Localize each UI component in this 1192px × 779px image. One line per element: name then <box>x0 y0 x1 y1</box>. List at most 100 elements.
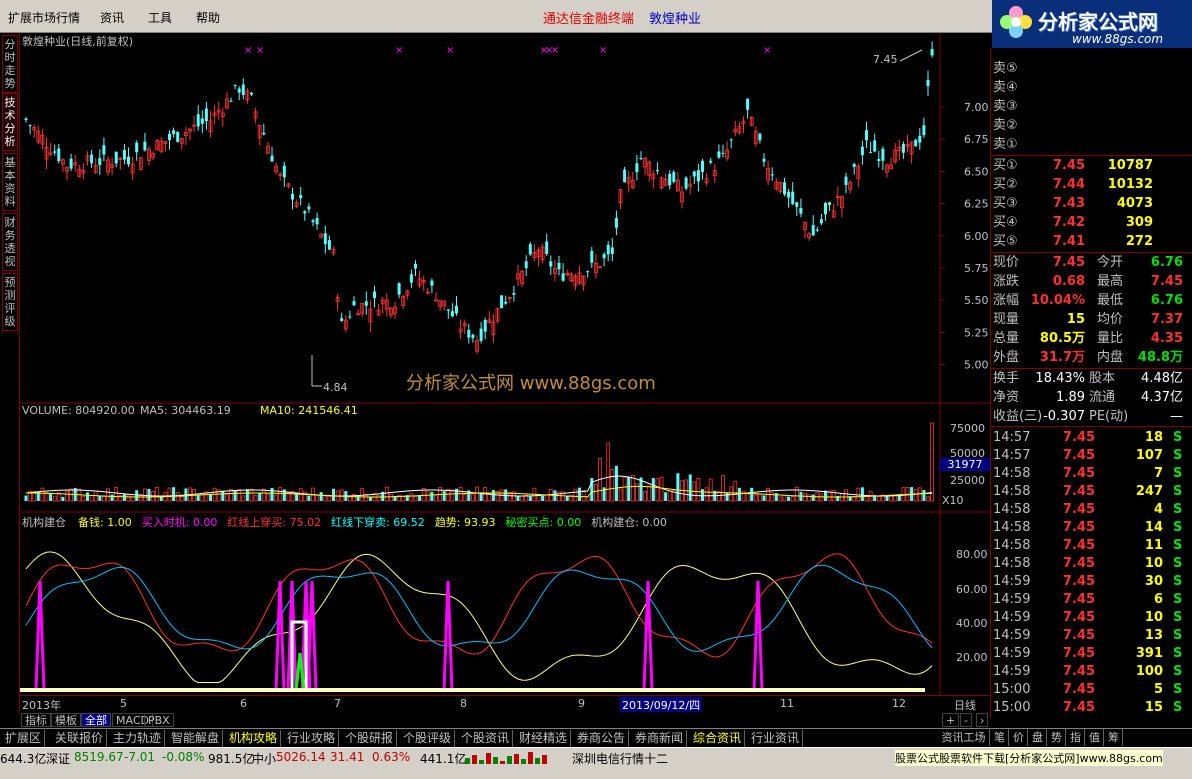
fundamental-row: 收益(三) -0.307 PE(动) — <box>993 408 1189 426</box>
bottom-tab[interactable]: 主力轨迹 <box>110 730 166 747</box>
subtab-pbx[interactable]: PBX <box>144 713 174 727</box>
bottom-tab[interactable]: 行业攻略 <box>284 730 340 747</box>
volume-bar <box>688 474 692 501</box>
right-tab[interactable]: 指 <box>1067 729 1085 746</box>
chart-canvas[interactable]: × × × × ××× × × 7.006.756.506.256.005.755.505.… <box>20 33 990 695</box>
tick-price: 7.45 <box>1062 556 1095 571</box>
menu-tools[interactable]: 工具 <box>148 9 172 26</box>
bottom-tab[interactable]: 扩展区 <box>2 730 46 747</box>
right-panel-tabs: 资讯工场笔价盘势指值筹 <box>938 729 1140 747</box>
subtab-indicator[interactable]: 指标 <box>21 713 51 727</box>
quote-value: 7.45 <box>1150 274 1183 289</box>
zoom-in-button[interactable]: + <box>942 713 960 727</box>
candle-body <box>114 151 118 164</box>
period-label[interactable]: 日线 <box>954 697 976 713</box>
tab-finance[interactable]: 财务透视 <box>2 213 18 271</box>
bottom-tab[interactable]: 个股研报 <box>342 730 398 747</box>
bottom-tabs: 资讯工场笔价盘势指值筹扩展区 关联报价 主力轨迹 智能解盘 机构攻略 行业攻略 个股研报 个股… <box>0 728 1192 747</box>
logo-url: www.88gs.com <box>1072 32 1164 46</box>
candle-body <box>692 171 696 177</box>
tab-basics[interactable]: 基本资料 <box>2 153 18 211</box>
tick-side: S <box>1173 592 1183 607</box>
tick-row: 14:57 7.45 107 S <box>993 447 1189 465</box>
tab-intraday[interactable]: 分时走势 <box>2 35 18 93</box>
menu-news[interactable]: 资讯 <box>100 9 124 26</box>
ad-text[interactable]: 股票公式股票软件下载[分析家公式网]www.88gs.com <box>895 750 1163 766</box>
bottom-tab[interactable]: 行业资讯 <box>748 730 804 747</box>
scroll-right-button[interactable]: › <box>976 713 989 727</box>
bottom-tab[interactable]: 智能解盘 <box>168 730 224 747</box>
menu-extended-market[interactable]: 扩展市场行情 <box>8 9 80 26</box>
right-tab[interactable]: 笔 <box>991 729 1009 746</box>
right-tab[interactable]: 值 <box>1086 729 1104 746</box>
indicator-value: 红线下穿卖: 69.52 <box>331 516 425 529</box>
tab-technical[interactable]: 技术分析 <box>2 93 18 151</box>
subtab-template[interactable]: 模板 <box>51 713 81 727</box>
candle-body <box>762 158 766 162</box>
volume-bar <box>49 493 53 501</box>
volume-bar <box>147 488 151 501</box>
sz-index: 8519.67 <box>74 750 124 764</box>
right-tab[interactable]: 势 <box>1048 729 1066 746</box>
quote-value: 4.35 <box>1150 331 1183 346</box>
zoom-out-button[interactable]: - <box>960 713 972 727</box>
tick-time: 14:58 <box>993 556 1031 571</box>
date-axis-label: 5 <box>120 697 127 710</box>
candle-body <box>122 150 126 160</box>
date-axis-label: 6 <box>240 697 247 710</box>
date-axis-label: 8 <box>460 697 467 710</box>
date-axis-label: 12 <box>892 697 906 710</box>
bottom-tab[interactable]: 券商新闻 <box>632 730 688 747</box>
right-tab[interactable]: 资讯工场 <box>938 729 990 746</box>
chart-area[interactable]: × × × × × × × × × 7.00 6.75 6.50 6.25 6.00 5.75 5.50 5.… <box>20 33 990 713</box>
bottom-tab[interactable]: 机构攻略 <box>226 730 282 747</box>
candle-body <box>24 118 28 121</box>
status-bar: 644.3亿 深证 8519.67 -7.01 -0.08% 981.5亿 中小… <box>0 747 1192 767</box>
bottom-strip <box>0 767 1192 779</box>
indicator-value: 趋势: 93.93 <box>434 516 496 529</box>
tick-row: 14:59 7.45 6 S <box>993 591 1189 609</box>
volume-axis-label: 75000 <box>950 422 985 435</box>
candle-body <box>204 108 208 122</box>
bottom-tab[interactable]: 个股资讯 <box>458 730 514 747</box>
tick-time: 14:59 <box>993 628 1031 643</box>
candle-body <box>930 49 934 56</box>
tick-side: S <box>1173 610 1183 625</box>
bottom-tab[interactable]: 综合资讯 <box>690 730 746 747</box>
bottom-tab[interactable]: 券商公告 <box>574 730 630 747</box>
candle-body <box>799 207 803 214</box>
volume-bar <box>270 487 274 501</box>
indicator-values: 备钱: 1.00 买入时机: 0.00 红线上穿买: 75.02 红线下穿卖: 69.… <box>78 514 677 530</box>
strength-bar <box>486 753 491 764</box>
subtab-all[interactable]: 全部 <box>81 713 111 727</box>
volume-bar <box>922 490 926 501</box>
candle-body <box>717 151 721 158</box>
tab-forecast[interactable]: 预测评级 <box>2 273 18 331</box>
candle-body <box>610 247 614 254</box>
volume-bar <box>221 490 225 501</box>
date-axis-label: 9 <box>578 697 585 710</box>
bottom-tab[interactable]: 个股评级 <box>400 730 456 747</box>
volume-bar <box>725 492 729 501</box>
candle-body <box>282 165 286 178</box>
strength-bar <box>542 755 547 764</box>
candle-body <box>901 143 905 153</box>
candle-body <box>865 130 868 141</box>
candle-body <box>791 191 795 204</box>
buy-price: 7.43 <box>1052 196 1085 211</box>
bottom-tab[interactable]: 关联报价 <box>52 730 108 747</box>
buy-price: 7.45 <box>1052 158 1085 173</box>
menu-help[interactable]: 帮助 <box>196 9 220 26</box>
right-tab[interactable]: 盘 <box>1029 729 1047 746</box>
strength-bar <box>528 752 533 764</box>
date-axis-label: 2013年 <box>22 699 61 712</box>
candle-body <box>655 170 659 172</box>
right-tab[interactable]: 筹 <box>1105 729 1123 746</box>
candle-body <box>315 218 319 225</box>
tick-row: 14:58 7.45 10 S <box>993 555 1189 573</box>
right-tab[interactable]: 价 <box>1010 729 1028 746</box>
bottom-tab[interactable]: 财经精选 <box>516 730 572 747</box>
candle-body <box>143 141 147 151</box>
candle-body <box>590 251 594 263</box>
signal-mark: × <box>763 45 771 56</box>
